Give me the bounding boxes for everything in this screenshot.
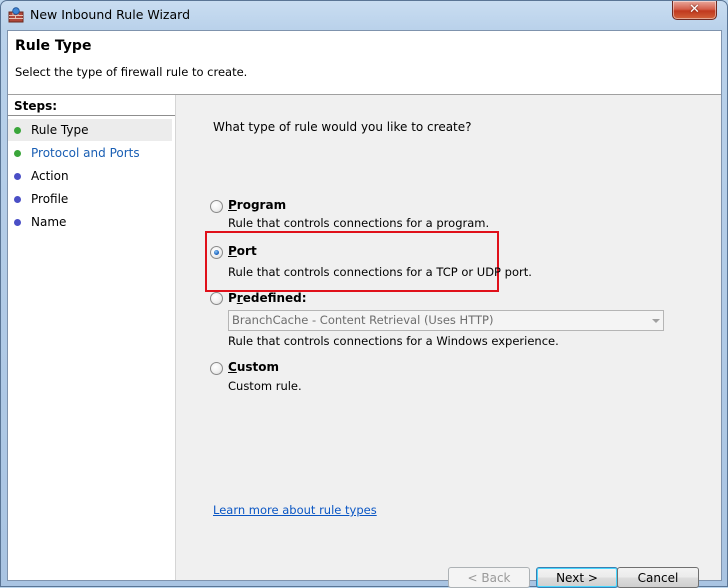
page-subtitle: Select the type of firewall rule to crea… — [15, 65, 248, 79]
program-radio[interactable] — [210, 200, 223, 213]
steps-panel: Steps: Rule Type Protocol and Ports Acti… — [8, 95, 176, 580]
step-profile[interactable]: Profile — [8, 188, 172, 210]
step-label: Profile — [31, 192, 69, 206]
custom-option-description: Custom rule. — [228, 379, 302, 393]
steps-heading: Steps: — [14, 99, 58, 113]
step-label: Protocol and Ports — [31, 146, 140, 160]
step-rule-type[interactable]: Rule Type — [8, 119, 172, 141]
learn-more-link[interactable]: Learn more about rule types — [213, 503, 377, 517]
cancel-button[interactable]: Cancel — [617, 567, 699, 588]
step-pending-icon — [14, 219, 21, 226]
predefined-option-label[interactable]: Predefined: — [228, 291, 307, 305]
firewall-icon — [8, 7, 24, 23]
wizard-client-area: Rule Type Select the type of firewall ru… — [7, 30, 722, 588]
chevron-down-icon — [652, 319, 660, 323]
port-option-label[interactable]: Port — [228, 244, 257, 258]
port-option-description: Rule that controls connections for a TCP… — [228, 265, 532, 279]
rule-type-question: What type of rule would you like to crea… — [213, 120, 472, 134]
close-icon: ✕ — [689, 2, 700, 17]
step-protocol-and-ports[interactable]: Protocol and Ports — [8, 142, 172, 164]
window-title: New Inbound Rule Wizard — [30, 7, 190, 22]
step-action[interactable]: Action — [8, 165, 172, 187]
step-pending-icon — [14, 173, 21, 180]
step-pending-icon — [14, 196, 21, 203]
highlight-box — [205, 231, 499, 292]
step-label: Name — [31, 215, 67, 229]
step-label: Action — [31, 169, 69, 183]
step-name[interactable]: Name — [8, 211, 172, 233]
next-button[interactable]: Next > — [536, 567, 618, 588]
step-complete-icon — [14, 127, 21, 134]
predefined-rules-select[interactable]: BranchCache - Content Retrieval (Uses HT… — [228, 310, 664, 331]
program-option-label[interactable]: Program — [228, 198, 286, 212]
steps-divider — [8, 115, 175, 116]
back-button[interactable]: < Back — [448, 567, 530, 588]
port-radio[interactable] — [210, 246, 223, 259]
program-option-description: Rule that controls connections for a pro… — [228, 216, 490, 230]
page-title: Rule Type — [15, 38, 92, 54]
close-button[interactable]: ✕ — [672, 1, 717, 20]
title-bar[interactable]: New Inbound Rule Wizard ✕ — [0, 0, 728, 30]
predefined-radio[interactable] — [210, 292, 223, 305]
step-label: Rule Type — [31, 123, 89, 137]
predefined-option-description: Rule that controls connections for a Win… — [228, 334, 559, 348]
custom-radio[interactable] — [210, 362, 223, 375]
rule-type-panel: What type of rule would you like to crea… — [176, 95, 721, 588]
predefined-rules-value: BranchCache - Content Retrieval (Uses HT… — [232, 313, 494, 327]
custom-option-label[interactable]: Custom — [228, 360, 279, 374]
step-complete-icon — [14, 150, 21, 157]
wizard-header: Rule Type Select the type of firewall ru… — [8, 31, 721, 95]
